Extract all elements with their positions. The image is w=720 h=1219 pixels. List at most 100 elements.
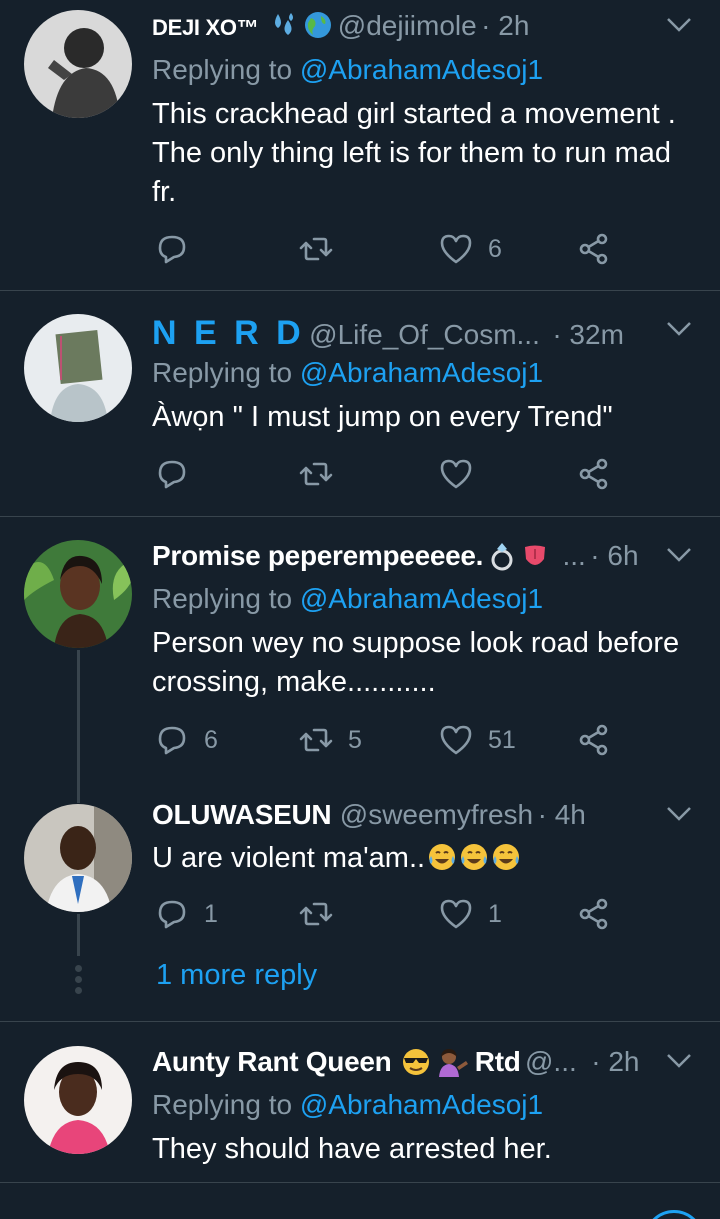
- chevron-down-icon[interactable]: [666, 320, 692, 338]
- replying-label: Replying to: [152, 1089, 300, 1120]
- avatar[interactable]: [24, 314, 132, 422]
- heart-icon: [440, 899, 472, 929]
- tweet-text: Person wey no suppose look road before c…: [152, 624, 702, 702]
- tweet-text: This crackhead girl started a movement .…: [152, 95, 702, 212]
- chevron-down-icon[interactable]: [666, 16, 692, 34]
- avatar[interactable]: [24, 804, 132, 912]
- replying-label: Replying to: [152, 54, 300, 85]
- handle[interactable]: @...: [525, 1046, 577, 1077]
- reply-button[interactable]: 1: [154, 894, 218, 934]
- tweet-5[interactable]: Aunty Rant Queen Rtd @... · 2h Replying …: [0, 1022, 720, 1182]
- retweet-count: 5: [348, 725, 362, 754]
- reply-icon: [158, 726, 186, 755]
- chevron-down-icon[interactable]: [666, 546, 692, 564]
- tears-of-joy-icon: [459, 842, 489, 872]
- handle[interactable]: @Life_Of_Cosm...: [309, 319, 540, 350]
- like-button[interactable]: 51: [438, 720, 516, 760]
- display-name-suffix[interactable]: Rtd: [475, 1046, 521, 1077]
- share-button[interactable]: [576, 720, 612, 760]
- tweet-text: Àwọn " I must jump on every Trend": [152, 398, 702, 437]
- timestamp[interactable]: · 2h: [591, 1046, 639, 1077]
- timestamp[interactable]: · 2h: [481, 10, 529, 41]
- share-icon: [579, 898, 608, 930]
- globe-icon: [303, 10, 333, 40]
- handle[interactable]: @sweemyfresh: [340, 799, 533, 830]
- chevron-down-icon[interactable]: [666, 1052, 692, 1070]
- tweet-3[interactable]: Promise peperempeeeee. ... · 6h Replying…: [0, 517, 720, 787]
- display-name[interactable]: OLUWASEUN: [152, 799, 332, 830]
- like-button[interactable]: 1: [438, 894, 502, 934]
- reply-count: 6: [204, 725, 218, 754]
- display-name[interactable]: N E R D: [152, 314, 305, 352]
- avatar[interactable]: [24, 10, 132, 118]
- replying-to-link[interactable]: @AbrahamAdesoj1: [300, 357, 543, 388]
- timestamp[interactable]: · 4h: [538, 799, 586, 830]
- avatar[interactable]: [24, 1046, 132, 1154]
- retweet-icon: [299, 728, 333, 752]
- reply-button[interactable]: [154, 454, 190, 494]
- reply-button[interactable]: 6: [154, 720, 218, 760]
- ring-icon: [488, 541, 516, 571]
- tears-of-joy-icon: [427, 842, 457, 872]
- tipping-hand-icon: [436, 1047, 470, 1077]
- tweet-text-line: Person wey no suppose look road before: [152, 627, 680, 659]
- replying-to: Replying to @AbrahamAdesoj1: [152, 583, 543, 615]
- tweet-text-line: The only thing left is for them to run m…: [152, 137, 672, 169]
- display-name[interactable]: DEJI XO™: [152, 15, 259, 40]
- tweet-2[interactable]: N E R D @Life_Of_Cosm... · 32m Replying …: [0, 291, 720, 516]
- avatar[interactable]: [24, 540, 132, 648]
- compose-button[interactable]: [644, 1210, 704, 1219]
- reply-button[interactable]: [154, 229, 190, 269]
- tweet-text-line: This crackhead girl started a movement .: [152, 98, 676, 130]
- display-name[interactable]: Aunty Rant Queen: [152, 1046, 392, 1077]
- chevron-down-icon[interactable]: [666, 805, 692, 823]
- timestamp[interactable]: · 6h: [590, 540, 638, 571]
- tweet-text-line: Àwọn " I must jump on every Trend": [152, 401, 613, 433]
- retweet-button[interactable]: [298, 894, 334, 934]
- divider: [0, 1182, 720, 1183]
- handle[interactable]: ...: [563, 540, 586, 571]
- heart-icon: [440, 459, 472, 489]
- replying-to: Replying to @AbrahamAdesoj1: [152, 54, 543, 86]
- share-button[interactable]: [576, 894, 612, 934]
- replying-to-link[interactable]: @AbrahamAdesoj1: [300, 583, 543, 614]
- tweet-text: They should have arrested her.: [152, 1130, 702, 1169]
- like-button[interactable]: [438, 454, 474, 494]
- thread-line: [77, 914, 80, 956]
- tweet-text: U are violent ma'am..: [152, 839, 702, 878]
- like-count: 1: [488, 899, 502, 928]
- like-count: 51: [488, 725, 516, 754]
- share-button[interactable]: [576, 454, 612, 494]
- tweet-actions: 6: [152, 229, 622, 269]
- replying-to: Replying to @AbrahamAdesoj1: [152, 357, 543, 389]
- tweet-text-line: They should have arrested her.: [152, 1133, 552, 1165]
- tweet-text-line: crossing, make...........: [152, 666, 436, 698]
- tweet-text-content: U are violent ma'am..: [152, 842, 426, 874]
- replying-to-link[interactable]: @AbrahamAdesoj1: [300, 1089, 543, 1120]
- timestamp[interactable]: · 32m: [552, 319, 624, 350]
- tweet-header: N E R D @Life_Of_Cosm... · 32m: [152, 314, 706, 354]
- share-icon: [579, 458, 608, 490]
- tweet-header: Aunty Rant Queen Rtd @... · 2h: [152, 1046, 706, 1086]
- display-name[interactable]: Promise peperempeeeee.: [152, 540, 483, 571]
- tweet-1[interactable]: DEJI XO™ @dejiimole · 2h Replying to @Ab…: [0, 0, 720, 290]
- tweet-header: DEJI XO™ @dejiimole · 2h: [152, 10, 706, 50]
- replying-to: Replying to @AbrahamAdesoj1: [152, 1089, 543, 1121]
- like-button[interactable]: 6: [438, 229, 502, 269]
- sunglasses-icon: [400, 1047, 432, 1077]
- tweet-header: OLUWASEUN @sweemyfresh · 4h: [152, 799, 706, 839]
- share-icon: [579, 233, 608, 265]
- handle[interactable]: @dejiimole: [338, 10, 477, 41]
- share-icon: [579, 724, 608, 756]
- tweet-actions: 1 1: [152, 894, 622, 934]
- tweet-actions: 6 5 51: [152, 720, 622, 760]
- share-button[interactable]: [576, 229, 612, 269]
- replying-label: Replying to: [152, 583, 300, 614]
- more-replies-link[interactable]: 1 more reply: [156, 959, 317, 992]
- retweet-icon: [299, 902, 333, 926]
- replying-to-link[interactable]: @AbrahamAdesoj1: [300, 54, 543, 85]
- retweet-button[interactable]: [298, 454, 334, 494]
- retweet-button[interactable]: [298, 229, 334, 269]
- retweet-button[interactable]: 5: [298, 720, 362, 760]
- tweet-4[interactable]: OLUWASEUN @sweemyfresh · 4h U are violen…: [0, 787, 720, 1020]
